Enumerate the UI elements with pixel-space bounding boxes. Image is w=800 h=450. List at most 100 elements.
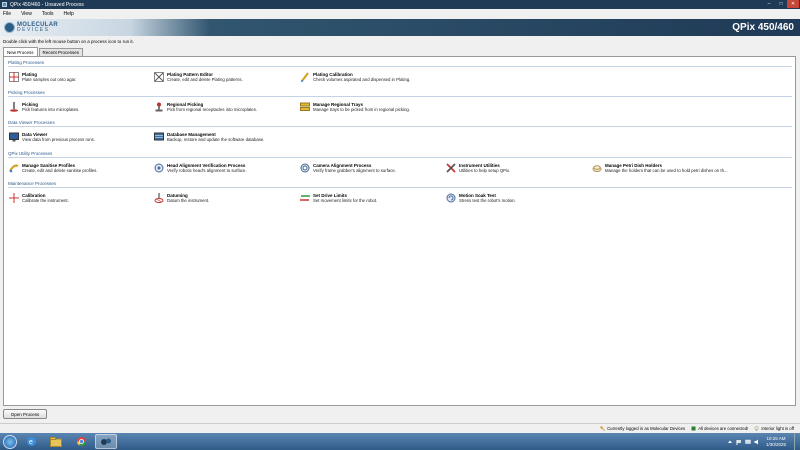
tools-icon (446, 163, 456, 173)
status-light: Interior light is off (754, 426, 794, 431)
process-desc: Pick features into microplates. (22, 107, 80, 112)
process-picking[interactable]: Picking Pick features into microplates. (9, 102, 149, 112)
taskbar-chrome[interactable] (70, 434, 92, 449)
process-desc: Create, edit and delete Plating patterns… (167, 77, 243, 82)
minimize-button[interactable]: – (763, 0, 775, 8)
title-bar: QPix 450/460 - Unsaved Process – □ ✕ (0, 0, 800, 9)
tab-recent-processes[interactable]: Recent Processes (38, 48, 84, 56)
section-picking: Picking Processes (8, 90, 792, 97)
head-alignment-icon (154, 163, 164, 173)
process-manage-sanitise-profiles[interactable]: Manage Sanitise Profiles Create, edit and… (9, 163, 149, 173)
process-desc: Verify robotic head's alignment to surfa… (167, 168, 247, 173)
section-title: Picking Processes (8, 90, 792, 97)
motion-soak-icon (446, 193, 456, 203)
process-desc: View data from previous process runs. (22, 137, 96, 142)
tab-strip: New Process Recent Processes (3, 47, 84, 56)
joystick-icon (155, 102, 163, 112)
status-devices-text: All devices are connected! (698, 426, 749, 431)
process-desc: Datum the instrument. (167, 198, 210, 203)
process-desc: Manage trays to be picked from in region… (313, 107, 410, 112)
process-desc: Create, edit and delete sanitise profile… (22, 168, 98, 173)
process-data-viewer[interactable]: Data Viewer View data from previous proce… (9, 132, 149, 142)
show-desktop-button[interactable] (794, 433, 800, 450)
picking-icon (10, 102, 18, 112)
app-icon (2, 2, 7, 7)
section-maintenance: Maintenance Processes (8, 181, 792, 188)
maximize-button[interactable]: □ (775, 0, 787, 8)
process-motion-soak-test[interactable]: Motion Soak Test Stress test the robot's … (446, 193, 586, 203)
taskbar-ie[interactable]: e (20, 434, 42, 449)
network-icon[interactable] (745, 439, 751, 445)
logo-line2: DEVICES (17, 26, 50, 33)
status-light-text: Interior light is off (761, 426, 794, 431)
section-plating: Plating Processes (8, 60, 792, 67)
process-desc: Utilities to help setup QPix. (459, 168, 511, 173)
window-title: QPix 450/460 - Unsaved Process (10, 1, 84, 8)
menu-file[interactable]: File (3, 11, 11, 17)
start-button[interactable] (3, 434, 17, 449)
status-bar: Currently logged in as Molecular Devices… (0, 423, 800, 433)
camera-alignment-icon (300, 163, 310, 173)
process-plating-calibration[interactable]: Plating Calibration Check volumes aspirat… (300, 72, 440, 82)
process-desc: Stress test the robot's motion. (459, 198, 516, 203)
section-qpix-utility: QPix Utility Processes (8, 151, 792, 158)
product-name: QPix 450/460 (732, 22, 794, 33)
process-panel: Plating Processes Plating Plate samples o… (3, 56, 796, 406)
process-desc: Pick from regional receptacles into micr… (167, 107, 258, 112)
device-icon (691, 426, 696, 431)
internet-explorer-icon: e (26, 437, 36, 446)
tray-arrow-icon[interactable] (727, 439, 733, 445)
taskbar-qpix[interactable] (95, 434, 117, 449)
process-instrument-utilities[interactable]: Instrument Utilities Utilities to help se… (446, 163, 586, 173)
process-desc: Manage the holders that can be used to h… (605, 168, 728, 173)
process-desc: Plate samples out onto agar. (22, 77, 77, 82)
process-desc: Check volumes aspirated and dispensed in… (313, 77, 411, 82)
header-banner: MOLECULAR DEVICES QPix 450/460 (0, 19, 800, 36)
process-manage-regional-trays[interactable]: Manage Regional Trays Manage trays to be … (300, 102, 440, 112)
tab-new-process[interactable]: New Process (3, 47, 38, 56)
menu-help[interactable]: Help (64, 11, 74, 17)
qpix-app-icon (101, 438, 111, 445)
open-process-button[interactable]: Open Process (3, 409, 47, 419)
sanitise-icon (9, 164, 19, 173)
plating-icon (9, 72, 19, 82)
status-login-text: Currently logged in as Molecular Devices (607, 426, 686, 431)
clock-time: 10:25 AM (766, 435, 786, 441)
taskbar-explorer[interactable] (45, 434, 67, 449)
process-calibration[interactable]: Calibration Calibrate the instrument. (9, 193, 149, 203)
process-datuming[interactable]: Datuming Datum the instrument. (154, 193, 294, 203)
instruction-text: Double click with the left mouse button … (3, 39, 134, 44)
key-icon (600, 426, 605, 431)
process-camera-alignment[interactable]: Camera Alignment Process Verify frame gra… (300, 163, 440, 173)
section-title: Maintenance Processes (8, 181, 792, 188)
database-icon (154, 132, 164, 141)
clock-date: 1/30/2025 (765, 441, 786, 447)
process-plating[interactable]: Plating Plate samples out onto agar. (9, 72, 149, 82)
taskbar: e 10:25 AM 1/30/2025 (0, 433, 800, 450)
menu-view[interactable]: View (21, 11, 32, 17)
volume-icon[interactable] (754, 439, 760, 445)
section-title: QPix Utility Processes (8, 151, 792, 158)
process-set-drive-limits[interactable]: Set Drive Limits Set movement limits for … (300, 193, 440, 203)
svg-text:e: e (29, 439, 33, 446)
section-data-viewer: Data Viewer Processes (8, 120, 792, 127)
process-desc: Set movement limits for the robot. (313, 198, 378, 203)
process-database-management[interactable]: Database Management Backup, restore and u… (154, 132, 294, 142)
calibration-pipette-icon (301, 72, 309, 82)
process-desc: Calibrate the instrument. (22, 198, 69, 203)
process-plating-pattern-editor[interactable]: Plating Pattern Editor Create, edit and d… (154, 72, 294, 82)
process-regional-picking[interactable]: Regional Picking Pick from regional recep… (154, 102, 294, 112)
process-manage-petri-dish-holders[interactable]: Manage Petri Dish Holders Manage the hold… (592, 163, 792, 173)
trays-icon (300, 102, 310, 111)
status-devices: All devices are connected! (691, 426, 748, 431)
status-login: Currently logged in as Molecular Devices (600, 426, 685, 431)
section-title: Plating Processes (8, 60, 792, 67)
flag-icon[interactable] (736, 439, 742, 445)
bulb-icon (754, 426, 759, 431)
clock[interactable]: 10:25 AM 1/30/2025 (766, 436, 786, 448)
section-title: Data Viewer Processes (8, 120, 792, 127)
close-button[interactable]: ✕ (787, 0, 799, 8)
menu-tools[interactable]: Tools (42, 11, 54, 17)
process-head-alignment-verification[interactable]: Head Alignment Verification Process Verif… (154, 163, 294, 173)
petri-holder-icon (592, 165, 602, 172)
